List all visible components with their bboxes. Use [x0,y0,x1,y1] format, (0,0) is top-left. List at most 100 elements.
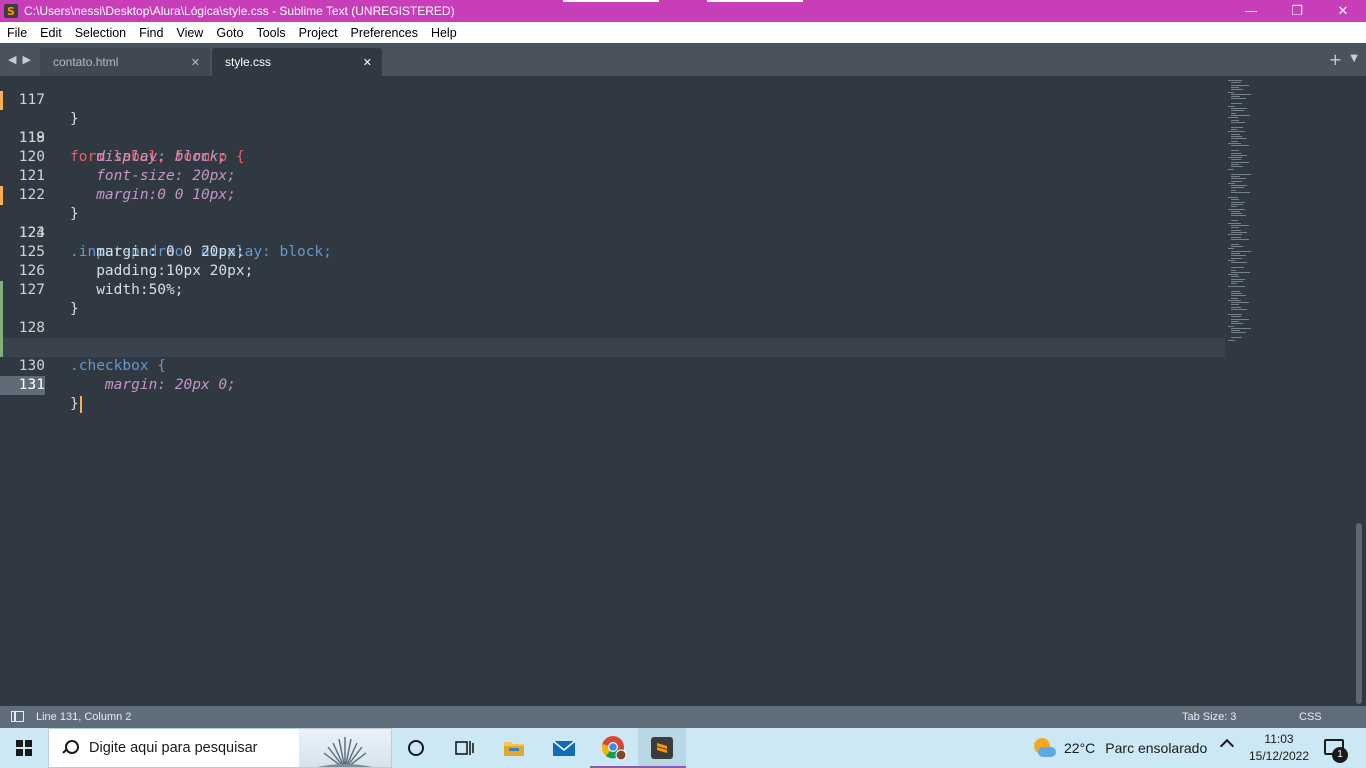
minimap-line [1231,227,1239,229]
added-marker [0,300,3,319]
mail-icon[interactable] [540,728,588,768]
weather-widget[interactable]: 22°C Parc ensolarado [1034,728,1207,768]
minimap-line [1231,93,1251,95]
minimap-line [1228,157,1242,159]
minimap-line [1231,103,1242,105]
minimap-line [1231,164,1239,165]
minimap-line [1231,178,1246,180]
start-button[interactable] [0,728,48,768]
minimap-line [1231,250,1251,252]
minimap-line [1231,243,1239,245]
code-editor[interactable]: 117 } 118 form label, form p { 119 displ… [0,76,1366,706]
restore-button[interactable]: ❐ [1274,0,1320,22]
code-text: .checkbox { [70,358,167,374]
close-button[interactable]: ✕ [1320,0,1366,22]
tab-close-icon[interactable]: ✕ [191,56,200,69]
temperature: 22°C [1064,740,1096,756]
minimap-line [1231,187,1244,189]
minimap-line [1231,262,1247,264]
minimap-line [1231,246,1243,248]
minimize-button[interactable]: — [1228,0,1274,22]
menu-view[interactable]: View [169,26,209,40]
menu-tools[interactable]: Tools [249,26,291,40]
code-line: 124 margin: 0 0 20px; [0,205,1225,260]
menu-project[interactable]: Project [292,26,344,40]
minimap-line [1231,203,1243,205]
code-line: 127 } [0,262,1225,317]
minimap-line [1231,229,1241,231]
minimap-line [1231,297,1238,299]
current-line: 131 } [0,338,1225,413]
minimap-line [1228,117,1238,119]
menu-selection[interactable]: Selection [68,26,132,40]
minimap[interactable] [1228,80,1260,345]
vertical-scrollbar[interactable] [1356,523,1362,704]
minimap-line [1231,220,1238,222]
minimap-line [1231,304,1239,306]
minimap-line [1231,276,1239,278]
minimap-line [1231,306,1241,308]
tab-menu-icon[interactable]: ▼ [1350,53,1358,64]
minimap-line [1231,231,1247,233]
new-tab-icon[interactable]: + [1329,50,1342,69]
code-line: 119 display: block; [0,110,1225,165]
added-marker [0,338,3,357]
chrome-icon[interactable] [590,728,638,768]
minimap-line [1231,129,1237,131]
minimap-line [1231,271,1250,273]
minimap-line [1228,234,1242,236]
minimap-line [1231,173,1251,175]
minimap-line [1231,323,1243,325]
minimap-line [1231,257,1242,259]
minimap-line [1228,182,1235,184]
menu-find[interactable]: Find [132,26,169,40]
minimap-line [1228,325,1234,327]
tab-size[interactable]: Tab Size: 3 [1182,711,1236,723]
task-view-icon[interactable] [440,728,488,768]
minimap-line [1231,159,1241,161]
status-bar: Line 131, Column 2 Tab Size: 3 CSS [0,706,1366,728]
menu-help[interactable]: Help [424,26,463,40]
minimap-line [1231,136,1242,137]
clock[interactable]: 11:03 15/12/2022 [1244,731,1314,765]
chevron-up-icon[interactable] [1219,738,1235,754]
search-placeholder: Digite aqui para pesquisar [89,740,258,756]
minimap-line [1231,327,1251,329]
menu-file[interactable]: File [0,26,33,40]
minimap-line [1231,166,1243,168]
menu-edit[interactable]: Edit [33,26,68,40]
modified-marker [0,186,3,205]
minimap-line [1231,295,1246,297]
minimap-line [1231,154,1247,156]
file-explorer-icon[interactable] [490,728,538,768]
code-line: 128 [0,281,1225,336]
panel-toggle-icon[interactable] [11,711,24,722]
minimap-line [1231,199,1239,201]
minimap-line [1231,330,1240,332]
tab-contato-html[interactable]: contato.html ✕ [40,48,210,76]
minimap-line [1231,126,1243,128]
cortana-icon[interactable] [392,728,440,768]
minimap-line [1231,253,1240,254]
menu-goto[interactable]: Goto [209,26,249,40]
minimap-line [1231,119,1239,121]
minimap-line [1231,145,1249,147]
tab-style-css[interactable]: style.css ✕ [212,48,382,76]
minimap-line [1231,96,1240,98]
code-line: 118 form label, form p { [0,91,1225,165]
tab-close-icon[interactable]: ✕ [363,56,372,69]
search-box[interactable]: Digite aqui para pesquisar [48,728,392,768]
syntax-selector[interactable]: CSS [1299,711,1322,723]
minimap-line [1231,210,1240,212]
sublime-text-icon[interactable] [638,728,686,768]
menu-bar: File Edit Selection Find View Goto Tools… [0,22,1366,43]
minimap-line [1228,91,1234,93]
minimap-line [1231,108,1247,109]
minimap-line [1231,121,1245,123]
code-line: 126 width:50%; [0,243,1225,298]
back-arrow-icon[interactable]: ◀ [8,53,16,66]
menu-preferences[interactable]: Preferences [344,26,424,40]
forward-arrow-icon[interactable]: ▶ [22,53,30,66]
minimap-line [1231,290,1240,292]
window-title: C:\Users\nessi\Desktop\Alura\Lógica\styl… [24,4,455,18]
